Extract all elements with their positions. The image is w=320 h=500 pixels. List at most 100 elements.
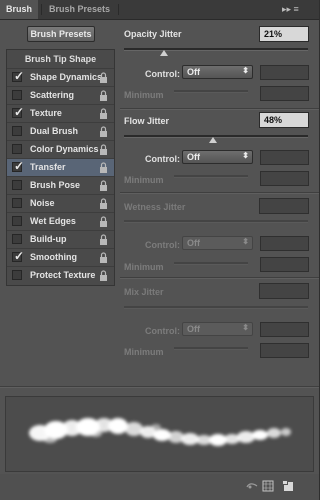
opacity-jitter-value[interactable]: 21%	[259, 26, 309, 42]
checkbox-shape-dynamics[interactable]: ✓	[12, 69, 24, 83]
lock-icon[interactable]	[98, 180, 109, 191]
list-item-brush-tip-shape[interactable]: Brush Tip Shape	[7, 50, 114, 68]
flow-minimum-slider[interactable]	[174, 175, 248, 178]
mix-control-select: Off ⬍	[182, 322, 253, 336]
list-item-brush-pose[interactable]: Brush Pose	[7, 176, 114, 194]
list-item-label: Dual Brush	[30, 126, 79, 136]
list-item-build-up[interactable]: Build-up	[7, 230, 114, 248]
checkbox-texture[interactable]: ✓	[12, 105, 25, 119]
wetness-jitter-label: Wetness Jitter	[124, 202, 186, 212]
checkbox-dual-brush[interactable]	[12, 126, 22, 136]
list-item-label: Texture	[30, 108, 62, 118]
opacity-control-label: Control:	[145, 69, 180, 79]
checkbox-build-up[interactable]	[12, 234, 22, 244]
list-item-dual-brush[interactable]: Dual Brush	[7, 122, 114, 140]
list-item-smoothing[interactable]: ✓ Smoothing	[7, 248, 114, 266]
wetness-jitter-slider	[124, 220, 308, 223]
list-item-label: Protect Texture	[30, 270, 96, 280]
wetness-jitter-value	[259, 198, 309, 214]
checkbox-transfer[interactable]: ✓	[12, 159, 25, 173]
flow-control-value: Off	[187, 152, 200, 162]
lock-icon[interactable]	[98, 108, 109, 119]
divider	[120, 277, 319, 279]
mix-control-value: Off	[187, 324, 200, 334]
checkbox-brush-pose[interactable]	[12, 180, 22, 190]
list-item-label: Noise	[30, 198, 55, 208]
flow-control-label: Control:	[145, 154, 180, 164]
list-item-transfer[interactable]: ✓ Transfer	[7, 158, 114, 176]
mix-minimum-slider	[174, 347, 248, 350]
list-item-scattering[interactable]: Scattering	[7, 86, 114, 104]
list-item-noise[interactable]: Noise	[7, 194, 114, 212]
checkbox-protect-texture[interactable]	[12, 270, 22, 280]
tab-separator	[118, 4, 119, 15]
chevron-updown-icon: ⬍	[242, 151, 249, 160]
lock-icon[interactable]	[98, 90, 109, 101]
flow-jitter-value[interactable]: 48%	[259, 112, 309, 128]
list-item-protect-texture[interactable]: Protect Texture	[7, 266, 114, 284]
flow-minimum-value[interactable]	[260, 171, 309, 186]
tab-brush-presets[interactable]: Brush Presets	[43, 0, 116, 19]
lock-icon[interactable]	[98, 72, 109, 83]
opacity-control-aux-field	[260, 65, 309, 80]
wetness-control-label: Control:	[145, 240, 180, 250]
lock-icon[interactable]	[98, 126, 109, 137]
lock-icon[interactable]	[98, 144, 109, 155]
list-item-label: Scattering	[30, 90, 75, 100]
opacity-minimum-label: Minimum	[124, 90, 164, 100]
create-new-brush-icon[interactable]	[282, 480, 294, 492]
list-item-label: Smoothing	[30, 252, 77, 262]
wetness-minimum-value	[260, 257, 309, 272]
lock-icon[interactable]	[98, 162, 109, 173]
opacity-jitter-slider-thumb[interactable]	[160, 50, 168, 56]
chevron-updown-icon: ⬍	[242, 323, 249, 332]
panel-menu-icon[interactable]: ▸▸ ≡	[282, 4, 299, 15]
opacity-jitter-slider[interactable]	[124, 48, 308, 51]
list-item-shape-dynamics[interactable]: ✓ Shape Dynamics	[7, 68, 114, 86]
list-item-label: Color Dynamics	[30, 144, 99, 154]
lock-icon[interactable]	[98, 252, 109, 263]
mix-control-aux-field	[260, 322, 309, 337]
brush-stroke-preview	[5, 396, 314, 472]
flow-control-select[interactable]: Off ⬍	[182, 150, 253, 164]
brush-settings-list: Brush Tip Shape ✓ Shape Dynamics Scatterin…	[6, 49, 115, 286]
opacity-minimum-slider[interactable]	[174, 90, 248, 93]
checkbox-smoothing[interactable]: ✓	[12, 249, 24, 263]
mix-control-label: Control:	[145, 326, 180, 336]
mix-minimum-label: Minimum	[124, 347, 164, 357]
checkbox-color-dynamics[interactable]	[12, 144, 22, 154]
wetness-control-value: Off	[187, 238, 200, 248]
brush-grid-icon[interactable]	[262, 480, 274, 492]
checkmark-icon: ✓	[14, 159, 25, 173]
opacity-jitter-label: Opacity Jitter	[124, 29, 182, 39]
list-item-texture[interactable]: ✓ Texture	[7, 104, 114, 122]
list-item-wet-edges[interactable]: Wet Edges	[7, 212, 114, 230]
list-item-color-dynamics[interactable]: Color Dynamics	[7, 140, 114, 158]
checkmark-icon: ✓	[14, 105, 25, 119]
list-item-label: Wet Edges	[30, 216, 76, 226]
brush-presets-button[interactable]: Brush Presets	[27, 26, 95, 42]
checkbox-wet-edges[interactable]	[12, 216, 22, 226]
list-item-label: Brush Pose	[30, 180, 81, 190]
wetness-control-select: Off ⬍	[182, 236, 253, 250]
lock-icon[interactable]	[98, 234, 109, 245]
mix-jitter-label: Mix Jitter	[124, 287, 164, 297]
tab-separator	[41, 4, 42, 15]
mix-jitter-value	[259, 283, 309, 299]
lock-icon[interactable]	[98, 198, 109, 209]
tab-bar: Brush Brush Presets ▸▸ ≡	[0, 0, 319, 20]
wetness-minimum-label: Minimum	[124, 262, 164, 272]
flow-jitter-slider-thumb[interactable]	[209, 137, 217, 143]
opacity-control-select[interactable]: Off ⬍	[182, 65, 253, 79]
toggle-live-tip-preview-icon[interactable]	[246, 480, 258, 492]
chevron-updown-icon: ⬍	[242, 237, 249, 246]
brush-stroke-image	[29, 418, 291, 446]
mix-jitter-slider	[124, 306, 308, 309]
opacity-minimum-value[interactable]	[260, 86, 309, 101]
lock-icon[interactable]	[98, 216, 109, 227]
lock-icon[interactable]	[98, 270, 109, 281]
checkbox-scattering[interactable]	[12, 90, 22, 100]
tab-brush[interactable]: Brush	[0, 0, 39, 19]
flow-minimum-label: Minimum	[124, 175, 164, 185]
checkbox-noise[interactable]	[12, 198, 22, 208]
